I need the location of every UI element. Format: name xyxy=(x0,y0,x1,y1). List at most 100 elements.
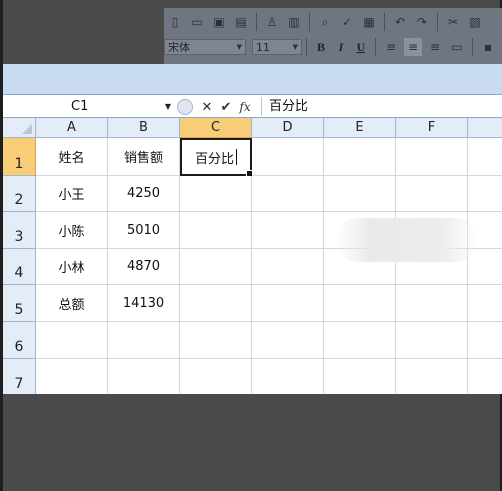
cell-b2[interactable]: 4250 xyxy=(108,176,180,212)
row-header-5[interactable]: 5 xyxy=(3,285,36,322)
cell-d4[interactable] xyxy=(252,249,324,285)
cell-d1[interactable] xyxy=(252,138,324,176)
cell-f5[interactable] xyxy=(396,285,468,322)
font-size-value: 11 xyxy=(256,40,270,54)
cell-b6[interactable] xyxy=(108,322,180,359)
bold-button[interactable]: B xyxy=(313,39,329,55)
align-left-icon[interactable]: ≡ xyxy=(382,38,400,56)
toolbar-separator xyxy=(384,13,385,31)
name-box[interactable]: C1 ▼ xyxy=(3,96,175,117)
cell-e5[interactable] xyxy=(324,285,396,322)
merge-center-icon[interactable]: ▭ xyxy=(448,38,466,56)
currency-icon[interactable]: ▪ xyxy=(479,38,497,56)
row-header-3[interactable]: 3 xyxy=(3,212,36,249)
permission-icon[interactable]: ♙ xyxy=(263,13,281,31)
cell-value: 5010 xyxy=(126,222,161,238)
resize-grip-icon[interactable] xyxy=(177,99,193,115)
print-icon[interactable]: ▤ xyxy=(232,13,250,31)
cell-a6[interactable] xyxy=(36,322,108,359)
new-document-icon[interactable]: ▯ xyxy=(166,13,184,31)
italic-button[interactable]: I xyxy=(333,39,349,55)
cancel-icon[interactable]: ✕ xyxy=(199,100,215,115)
cell-e2[interactable] xyxy=(324,176,396,212)
toolbar-separator xyxy=(256,13,257,31)
cell-a2[interactable]: 小王 xyxy=(36,176,108,212)
cell-d3[interactable] xyxy=(252,212,324,249)
column-header-f[interactable]: F xyxy=(396,118,468,138)
cell-c7[interactable] xyxy=(180,359,252,394)
cell-b3[interactable]: 5010 xyxy=(108,212,180,249)
insert-function-button[interactable]: fx xyxy=(237,100,253,114)
cell-b4[interactable]: 4870 xyxy=(108,249,180,285)
toolbar: ▯ ▭ ▣ ▤ ♙ ▥ ⌕ ✓ ▦ ↶ ↷ ✂ ▧ 宋体 ▼ 11 ▼ B I … xyxy=(164,8,502,64)
underline-button[interactable]: U xyxy=(353,39,369,55)
cell-g5[interactable] xyxy=(468,285,502,322)
font-name-select[interactable]: 宋体 ▼ xyxy=(164,39,246,55)
cell-a4[interactable]: 小林 xyxy=(36,249,108,285)
cell-a7[interactable] xyxy=(36,359,108,394)
cell-c5[interactable] xyxy=(180,285,252,322)
cell-c1[interactable]: 百分比 xyxy=(180,138,253,177)
cell-d2[interactable] xyxy=(252,176,324,212)
font-size-select[interactable]: 11 ▼ xyxy=(252,39,302,55)
cell-a3[interactable]: 小陈 xyxy=(36,212,108,249)
copy-icon[interactable]: ▧ xyxy=(466,13,484,31)
cell-d7[interactable] xyxy=(252,359,324,394)
row-header-2[interactable]: 2 xyxy=(3,176,36,212)
row-header-7[interactable]: 7 xyxy=(3,359,36,394)
cell-value: 总额 xyxy=(58,297,85,313)
row-header-4[interactable]: 4 xyxy=(3,249,36,285)
research-icon[interactable]: ⌕ xyxy=(316,13,334,31)
undo-icon[interactable]: ↶ xyxy=(391,13,409,31)
redo-icon[interactable]: ↷ xyxy=(413,13,431,31)
align-center-icon[interactable]: ≡ xyxy=(404,38,422,56)
select-all-button[interactable] xyxy=(3,118,36,138)
row-header-6[interactable]: 6 xyxy=(3,322,36,359)
cell-d6[interactable] xyxy=(252,322,324,359)
row-header-1[interactable]: 1 xyxy=(3,138,36,176)
column-header-b[interactable]: B xyxy=(108,118,180,138)
column-header-e[interactable]: E xyxy=(324,118,396,138)
chevron-down-icon[interactable]: ▼ xyxy=(165,102,171,111)
chevron-down-icon: ▼ xyxy=(236,43,242,51)
cell-b5[interactable]: 14130 xyxy=(108,285,180,322)
column-header-partial[interactable] xyxy=(468,118,502,138)
cell-b7[interactable] xyxy=(108,359,180,394)
blurred-area xyxy=(336,218,478,262)
name-box-value: C1 xyxy=(71,99,89,114)
open-folder-icon[interactable]: ▭ xyxy=(188,13,206,31)
print-preview-icon[interactable]: ▥ xyxy=(285,13,303,31)
cell-f1[interactable] xyxy=(396,138,468,176)
cell-f7[interactable] xyxy=(396,359,468,394)
cell-g1[interactable] xyxy=(468,138,502,176)
cell-e6[interactable] xyxy=(324,322,396,359)
cell-g6[interactable] xyxy=(468,322,502,359)
cell-a1[interactable]: 姓名 xyxy=(36,138,108,176)
cell-c6[interactable] xyxy=(180,322,252,359)
toolbar-separator xyxy=(437,13,438,31)
column-header-d[interactable]: D xyxy=(252,118,324,138)
cell-c2[interactable] xyxy=(180,176,252,212)
cell-g7[interactable] xyxy=(468,359,502,394)
cell-f6[interactable] xyxy=(396,322,468,359)
cell-b1[interactable]: 销售额 xyxy=(108,138,180,176)
paste-icon[interactable]: ▦ xyxy=(360,13,378,31)
cell-g4[interactable] xyxy=(468,249,502,285)
cell-g2[interactable] xyxy=(468,176,502,212)
enter-check-icon[interactable]: ✔ xyxy=(218,100,234,115)
cell-a5[interactable]: 总额 xyxy=(36,285,108,322)
save-icon[interactable]: ▣ xyxy=(210,13,228,31)
cell-value: 4250 xyxy=(126,186,161,201)
cell-c3[interactable] xyxy=(180,212,252,249)
cell-e7[interactable] xyxy=(324,359,396,394)
cell-d5[interactable] xyxy=(252,285,324,322)
column-header-c[interactable]: C xyxy=(180,118,252,138)
formula-input[interactable]: 百分比 xyxy=(269,97,308,117)
cut-icon[interactable]: ✂ xyxy=(444,13,462,31)
cell-e1[interactable] xyxy=(324,138,396,176)
column-header-a[interactable]: A xyxy=(36,118,108,138)
cell-f2[interactable] xyxy=(396,176,468,212)
align-right-icon[interactable]: ≡ xyxy=(426,38,444,56)
spelling-icon[interactable]: ✓ xyxy=(338,13,356,31)
cell-c4[interactable] xyxy=(180,249,252,285)
